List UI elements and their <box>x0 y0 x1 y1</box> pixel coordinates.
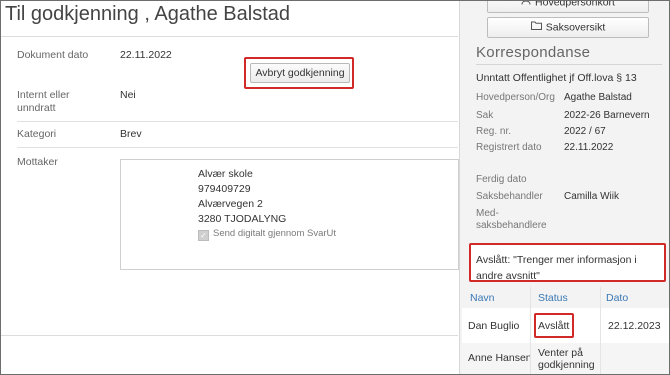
document-date-label: Dokument dato <box>17 49 89 61</box>
divider <box>476 64 662 65</box>
case-handler-value: Camilla Wiik <box>564 191 619 202</box>
recipient-street: Alværvegen 2 <box>198 198 263 210</box>
row-status: Venter på godkjenning <box>538 347 595 371</box>
recipient-label: Mottaker <box>17 156 58 168</box>
send-digital-label: Send digitalt gjennom SvarUt <box>213 228 337 239</box>
page-title: Til godkjenning , Agathe Balstad <box>5 3 291 25</box>
column-header-name[interactable]: Navn <box>470 292 495 304</box>
row-date: 22.12.2023 <box>608 320 661 332</box>
internal-label: Internt eller unndratt <box>17 89 70 114</box>
recipient-org-number: 979409729 <box>198 183 251 195</box>
rejection-text: Avslått: "Trenger mer informasjon i andr… <box>476 254 637 282</box>
rejection-message: Avslått: "Trenger mer informasjon i andr… <box>469 243 666 282</box>
category-value: Brev <box>120 128 142 140</box>
case-overview-label: Saksoversikt <box>545 21 606 34</box>
column-header-status[interactable]: Status <box>538 292 568 304</box>
person-icon <box>521 1 531 12</box>
highlight-status <box>534 313 574 338</box>
column-divider <box>600 287 601 374</box>
co-handlers-label: Med-saksbehandlere <box>476 208 547 231</box>
reg-number-value: 2022 / 67 <box>564 126 606 137</box>
send-digital-checkbox[interactable]: ✓ <box>198 230 209 241</box>
category-label: Kategori <box>17 128 57 140</box>
case-handler-label: Saksbehandler <box>476 191 543 202</box>
registered-date-label: Registrert dato <box>476 142 542 153</box>
folder-icon <box>530 18 542 37</box>
section-title: Korrespondanse <box>476 44 591 61</box>
classification: Unntatt Offentlighet jf Off.lova § 13 <box>476 72 637 84</box>
document-date-value: 22.11.2022 <box>120 49 172 61</box>
person-value: Agathe Balstad <box>564 92 632 103</box>
divider <box>17 121 458 122</box>
recipient-postal: 3280 TJODALYNG <box>198 213 287 225</box>
approvals-table: Navn Status Dato Dan Buglio Avslått 22.1… <box>462 287 669 374</box>
recipient-card: Alvær skole 979409729 Alværvegen 2 3280 … <box>120 159 459 270</box>
finished-date-label: Ferdig dato <box>476 174 527 185</box>
highlight-abort-button <box>244 57 354 89</box>
case-label: Sak <box>476 110 494 121</box>
column-header-date[interactable]: Dato <box>606 292 628 304</box>
row-name: Anne Hansen <box>468 352 532 364</box>
case-value: 2022-26 Barnevern <box>564 110 650 121</box>
internal-value: Nei <box>120 89 136 101</box>
divider <box>17 147 458 148</box>
person-label: Hovedperson/Org <box>476 92 555 103</box>
document-panel: Dokument dato 22.11.2022 Avbryt godkjenn… <box>1 36 459 336</box>
window: Til godkjenning , Agathe Balstad Dokumen… <box>0 0 670 375</box>
person-card-button[interactable]: Hovedpersonkort <box>487 0 649 13</box>
registered-date-value: 22.11.2022 <box>564 142 614 153</box>
recipient-name: Alvær skole <box>198 168 253 180</box>
reg-number-label: Reg. nr. <box>476 126 512 137</box>
column-divider <box>530 287 531 374</box>
row-name: Dan Buglio <box>468 320 520 332</box>
person-card-label: Hovedpersonkort <box>535 0 615 9</box>
case-overview-button[interactable]: Saksoversikt <box>487 17 649 38</box>
